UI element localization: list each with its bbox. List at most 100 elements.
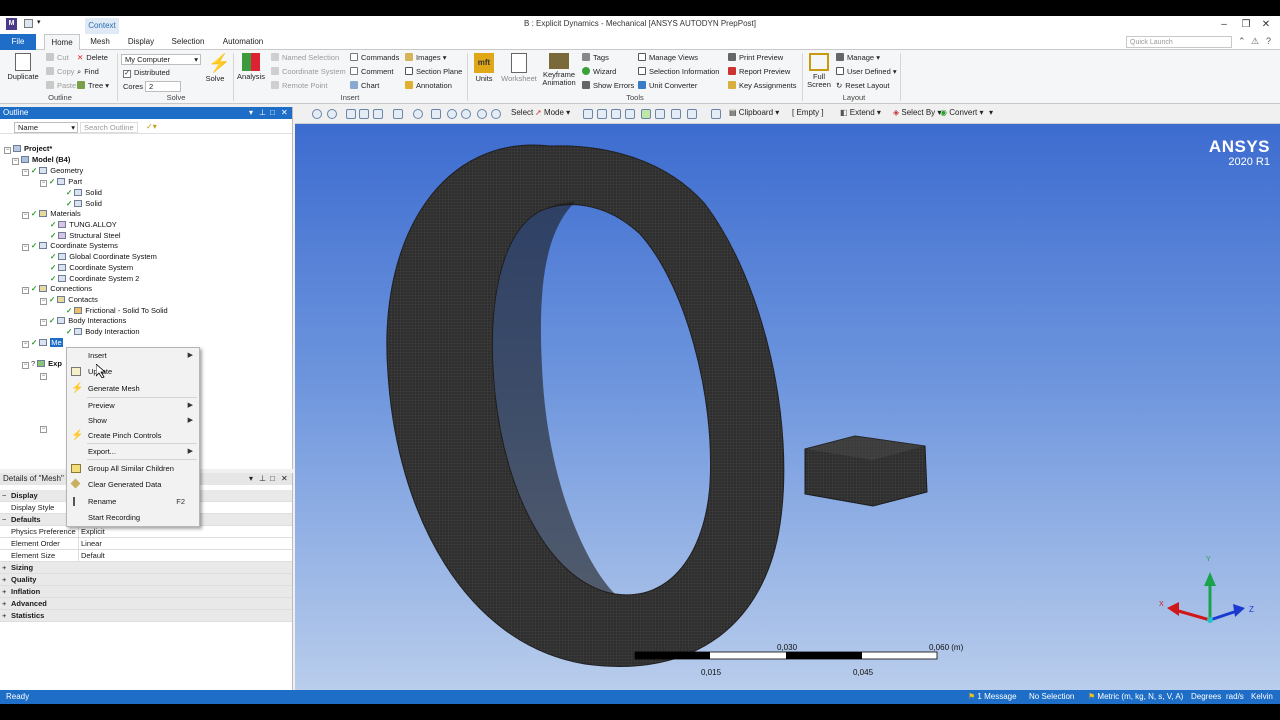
tree-node-coordinate-systems[interactable]: − ✓ Coordinate Systems xyxy=(22,240,118,251)
body-select-icon[interactable] xyxy=(625,109,635,119)
details-property-row[interactable]: Element Size Default xyxy=(0,550,292,562)
details-property-row[interactable]: Element Order Linear xyxy=(0,538,292,550)
menu-item-show[interactable]: Show ▶ xyxy=(67,413,199,428)
comment-button[interactable]: Comment xyxy=(350,67,394,77)
tab-automation[interactable]: Automation xyxy=(218,34,268,50)
rate-units[interactable]: rad/s xyxy=(1226,690,1244,704)
tree-node-body-interaction[interactable]: ✓ Body Interaction xyxy=(66,326,140,337)
images-button[interactable]: Images ▾ xyxy=(405,53,446,63)
tree-node-solid[interactable]: ✓ Solid xyxy=(66,187,102,198)
expand-toggle-icon[interactable]: + xyxy=(2,586,6,598)
box-zoom-icon[interactable] xyxy=(461,109,471,119)
vertex-select-icon[interactable] xyxy=(583,109,593,119)
menu-item-export[interactable]: Export... ▶ xyxy=(67,444,199,459)
distributed-checkbox[interactable]: ✓ Distributed xyxy=(123,68,170,78)
mode-dropdown[interactable]: ➚ Mode ▾ xyxy=(535,108,570,117)
tree-node-material[interactable]: ✓ TUNG.ALLOY xyxy=(50,219,117,230)
expand-toggle-icon[interactable]: − xyxy=(2,514,6,526)
details-category-row[interactable]: + Quality xyxy=(0,574,292,586)
copy-button[interactable]: Copy xyxy=(46,67,75,77)
temperature-units[interactable]: Kelvin xyxy=(1251,690,1273,704)
tree-node-geometry[interactable]: − ✓ Geometry xyxy=(22,165,83,176)
report-preview-button[interactable]: Report Preview xyxy=(728,67,790,77)
rotate-icon[interactable] xyxy=(413,109,423,119)
print-preview-button[interactable]: Print Preview xyxy=(728,53,783,63)
cut-button[interactable]: Cut xyxy=(46,53,69,63)
messages-indicator[interactable]: ⚑ 1 Message xyxy=(968,690,1017,704)
look-at-icon[interactable] xyxy=(359,109,369,119)
manage-layout-button[interactable]: Manage ▾ xyxy=(836,53,880,63)
select-by-dropdown[interactable]: ◈ Select By ▾ xyxy=(893,108,941,117)
set-view-icon[interactable] xyxy=(373,109,383,119)
warning-icon[interactable]: ⚠ xyxy=(1251,36,1259,47)
commands-button[interactable]: Commands xyxy=(350,53,399,63)
keyframe-animation-button[interactable]: Keyframe Animation xyxy=(540,53,578,87)
graphics-viewport[interactable]: ANSYS 2020 R1 0,030 0,060 (m) 0,015 0,04… xyxy=(295,124,1280,690)
zoom-fit-icon[interactable] xyxy=(477,109,487,119)
tree-node-contacts[interactable]: − ✓ Contacts xyxy=(40,294,98,305)
face-select-icon[interactable] xyxy=(611,109,621,119)
menu-item-clear-generated-data[interactable]: Clear Generated Data xyxy=(67,477,199,492)
pin-icon[interactable]: ⊥ xyxy=(259,473,266,485)
extend-dropdown[interactable]: ◧ Extend ▾ xyxy=(840,108,881,117)
chart-button[interactable]: Chart xyxy=(350,81,379,91)
element-face-select-icon[interactable] xyxy=(655,109,665,119)
clipboard-dropdown[interactable]: ▤ Clipboard ▾ xyxy=(729,108,779,117)
pin-dropdown-icon[interactable]: ▾ xyxy=(249,473,253,485)
pin-icon[interactable]: ⊥ xyxy=(259,107,266,119)
close-panel-icon[interactable]: ✕ xyxy=(281,473,288,485)
paste-button[interactable]: Paste xyxy=(46,81,76,91)
manage-views-button[interactable]: Manage Views xyxy=(638,53,698,63)
details-category-row[interactable]: + Inflation xyxy=(0,586,292,598)
unit-system-selector[interactable]: ⚑ Metric (m, kg, N, s, V, A) xyxy=(1088,690,1183,704)
tree-node-mesh[interactable]: − ✓ Me xyxy=(22,337,63,348)
maximize-icon[interactable]: ❐ xyxy=(1236,18,1256,32)
menu-item-create-pinch-controls[interactable]: ⚡ Create Pinch Controls xyxy=(67,428,199,443)
tree-button[interactable]: Tree ▾ xyxy=(77,81,109,91)
tree-node-collapsed[interactable]: − xyxy=(40,422,49,433)
full-screen-button[interactable]: Full Screen xyxy=(806,53,832,89)
tree-node-connections[interactable]: − ✓ Connections xyxy=(22,283,92,294)
graphics-options-icon[interactable] xyxy=(711,109,721,119)
user-defined-button[interactable]: User Defined ▾ xyxy=(836,67,897,77)
key-assignments-button[interactable]: Key Assignments xyxy=(728,81,797,91)
worksheet-button[interactable]: Worksheet xyxy=(500,53,538,83)
tree-node-project[interactable]: − Project* xyxy=(4,143,52,154)
details-category-row[interactable]: + Statistics xyxy=(0,610,292,622)
toolbar-overflow-icon[interactable]: ▾ xyxy=(989,108,993,117)
selection-information-button[interactable]: Selection Information xyxy=(638,67,719,77)
tree-node-model[interactable]: − Model (B4) xyxy=(12,154,70,165)
edge-select-icon[interactable] xyxy=(597,109,607,119)
expand-toggle-icon[interactable]: − xyxy=(2,490,6,502)
minimize-icon[interactable]: – xyxy=(1214,18,1234,32)
coordinate-system-button[interactable]: Coordinate System xyxy=(271,67,346,77)
tree-node-coordinate-system[interactable]: ✓ Coordinate System xyxy=(50,262,133,273)
cores-stepper[interactable]: 2 xyxy=(145,81,181,92)
menu-item-rename[interactable]: Rename F2 xyxy=(67,494,199,509)
tab-home[interactable]: Home xyxy=(44,34,80,50)
menu-item-update[interactable]: Update xyxy=(67,364,199,379)
zoom-out-icon[interactable] xyxy=(327,109,337,119)
search-outline-input[interactable]: Search Outline xyxy=(80,122,138,133)
magnifier-icon[interactable] xyxy=(491,109,501,119)
pin-dropdown-icon[interactable]: ▾ xyxy=(249,107,253,119)
menu-item-generate-mesh[interactable]: ⚡ Generate Mesh xyxy=(67,381,199,396)
maximize-panel-icon[interactable]: □ xyxy=(270,107,275,119)
select-mode-icon[interactable] xyxy=(393,109,403,119)
zoom-in-icon[interactable] xyxy=(312,109,322,119)
angle-units[interactable]: Degrees xyxy=(1191,690,1221,704)
show-errors-button[interactable]: Show Errors xyxy=(582,81,634,91)
tree-node-coordinate-system[interactable]: ✓ Global Coordinate System xyxy=(50,251,157,262)
annotation-button[interactable]: Annotation xyxy=(405,81,452,91)
expand-toggle-icon[interactable]: + xyxy=(2,598,6,610)
quick-access-save-icon[interactable] xyxy=(24,19,33,28)
delete-button[interactable]: ✕ Delete xyxy=(77,53,108,63)
quick-launch-input[interactable]: Quick Launch xyxy=(1126,36,1232,48)
quick-access-dropdown-icon[interactable]: ▾ xyxy=(37,19,46,28)
tab-mesh[interactable]: Mesh xyxy=(84,34,116,50)
mesh-select-icon[interactable] xyxy=(687,109,697,119)
menu-item-preview[interactable]: Preview ▶ xyxy=(67,398,199,413)
name-filter-select[interactable]: Name ▾ xyxy=(14,122,78,133)
tree-node-collapsed[interactable]: − xyxy=(40,369,49,380)
tree-node-part[interactable]: − ✓ Part xyxy=(40,176,82,187)
